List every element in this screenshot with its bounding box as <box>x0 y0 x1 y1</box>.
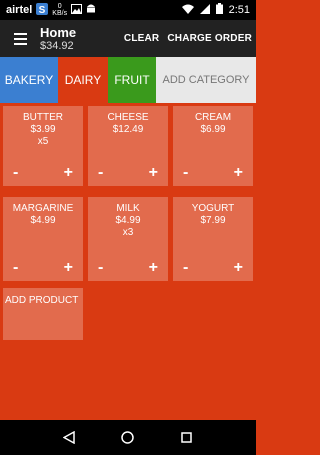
home-icon[interactable] <box>121 431 135 445</box>
tab-fruit[interactable]: FRUIT <box>108 57 156 103</box>
product-quantity: x5 <box>37 136 49 147</box>
decrement-button[interactable]: - <box>13 259 18 277</box>
carrier-label: airtel <box>6 4 33 16</box>
menu-icon[interactable] <box>0 20 40 57</box>
order-total: $34.92 <box>40 39 74 52</box>
decrement-button[interactable]: - <box>183 259 188 277</box>
recents-icon[interactable] <box>180 431 194 445</box>
signal-icon <box>199 3 210 17</box>
product-price: $6.99 <box>200 124 226 135</box>
android-icon <box>86 3 96 17</box>
product-card-margarine[interactable]: MARGARINE $4.99 - + <box>3 197 83 281</box>
increment-button[interactable]: + <box>64 259 73 277</box>
product-card-butter[interactable]: BUTTER $3.99 x5 - + <box>3 106 83 186</box>
product-price: $12.49 <box>112 124 144 135</box>
decrement-button[interactable]: - <box>13 164 18 182</box>
product-card-milk[interactable]: MILK $4.99 x3 - + <box>88 197 168 281</box>
product-card-cheese[interactable]: CHEESE $12.49 - + <box>88 106 168 186</box>
increment-button[interactable]: + <box>64 164 73 182</box>
product-price: $3.99 <box>30 124 56 135</box>
back-icon[interactable] <box>62 431 76 445</box>
increment-button[interactable]: + <box>234 164 243 182</box>
increment-button[interactable]: + <box>234 259 243 277</box>
decrement-button[interactable]: - <box>98 259 103 277</box>
product-price: $7.99 <box>200 215 226 226</box>
product-quantity: x3 <box>122 227 134 238</box>
increment-button[interactable]: + <box>149 164 158 182</box>
product-name: CREAM <box>194 112 232 123</box>
page-title: Home <box>40 24 77 40</box>
product-name: BUTTER <box>23 112 63 123</box>
tab-bakery[interactable]: BAKERY <box>0 57 58 103</box>
product-name: CHEESE <box>107 112 149 123</box>
decrement-button[interactable]: - <box>183 164 188 182</box>
tab-dairy[interactable]: DAIRY <box>58 57 108 103</box>
add-category-button[interactable]: ADD CATEGORY <box>156 57 256 103</box>
product-name: MARGARINE <box>12 203 74 214</box>
increment-button[interactable]: + <box>149 259 158 277</box>
product-price: $4.99 <box>115 215 141 226</box>
product-name: MILK <box>116 203 140 214</box>
product-price: $4.99 <box>30 215 56 226</box>
decrement-button[interactable]: - <box>98 164 103 182</box>
product-card-cream[interactable]: CREAM $6.99 - + <box>173 106 253 186</box>
navigation-bar <box>0 420 256 455</box>
product-name: YOGURT <box>191 203 235 214</box>
gallery-icon <box>71 3 83 17</box>
clock: 2:51 <box>228 4 250 16</box>
add-product-button[interactable]: ADD PRODUCT <box>3 288 83 340</box>
category-tabs: BAKERY DAIRY FRUIT ADD CATEGORY <box>0 57 256 103</box>
charge-order-button[interactable]: CHARGE ORDER <box>163 33 256 44</box>
clear-button[interactable]: CLEAR <box>120 33 163 44</box>
battery-icon <box>215 3 223 17</box>
app-s-icon: S <box>36 2 49 18</box>
status-bar: airtel S 0 KB/s 2:51 <box>0 0 256 20</box>
product-card-yogurt[interactable]: YOGURT $7.99 - + <box>173 197 253 281</box>
app-bar: Home $34.92 CLEAR CHARGE ORDER <box>0 20 256 57</box>
data-rate: 0 KB/s <box>52 3 68 17</box>
wifi-icon <box>181 4 194 17</box>
svg-text:S: S <box>39 5 46 15</box>
